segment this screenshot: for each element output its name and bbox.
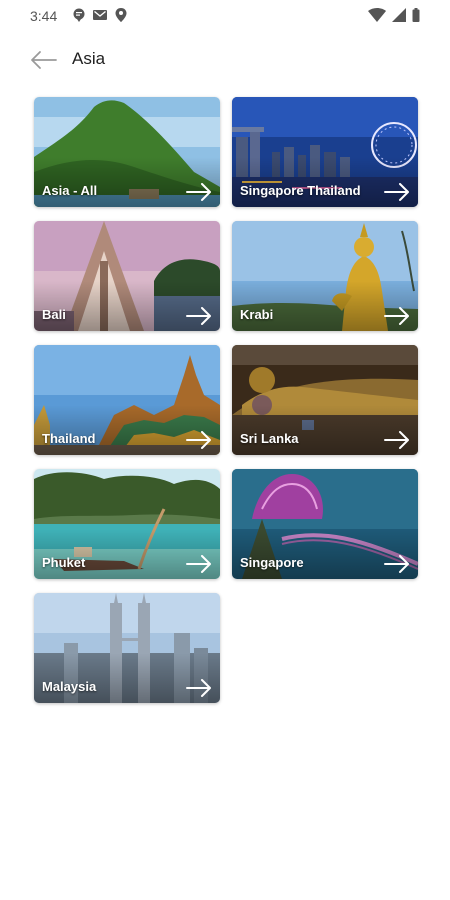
card-label: Malaysia	[42, 679, 97, 694]
page-title: Asia	[72, 49, 106, 68]
status-bar: 3:44	[0, 0, 450, 32]
arrow-right-icon	[384, 431, 409, 449]
destination-card-asia-all[interactable]: Asia - All	[34, 97, 220, 207]
card-label: Phuket	[42, 555, 86, 570]
location-icon	[115, 8, 127, 27]
card-label: Sri Lanka	[240, 431, 299, 446]
arrow-right-icon	[384, 307, 409, 325]
destination-card-malaysia[interactable]: Malaysia	[34, 593, 220, 703]
arrow-right-icon	[186, 679, 211, 697]
arrow-right-icon	[384, 555, 409, 573]
message-icon	[72, 8, 86, 27]
wifi-icon	[368, 8, 386, 27]
arrow-right-icon	[186, 431, 211, 449]
card-label: Singapore Thailand	[240, 183, 361, 198]
card-label: Singapore	[240, 555, 304, 570]
destination-card-sri-lanka[interactable]: Sri Lanka	[232, 345, 418, 455]
card-label: Bali	[42, 307, 66, 322]
destination-card-singapore[interactable]: Singapore	[232, 469, 418, 579]
gmail-icon	[93, 8, 107, 27]
arrow-left-icon	[31, 51, 57, 69]
destination-card-krabi[interactable]: Krabi	[232, 221, 418, 331]
destination-card-phuket[interactable]: Phuket	[34, 469, 220, 579]
card-label: Krabi	[240, 307, 274, 322]
status-right-group	[368, 8, 420, 27]
arrow-right-icon	[186, 183, 211, 201]
card-label: Asia - All	[42, 183, 98, 198]
status-time: 3:44	[30, 8, 58, 24]
app-header: Asia	[0, 40, 450, 82]
destination-card-singapore-thailand[interactable]: Singapore Thailand	[232, 97, 418, 207]
arrow-right-icon	[384, 183, 409, 201]
destination-card-bali[interactable]: Bali	[34, 221, 220, 331]
arrow-right-icon	[186, 307, 211, 325]
card-label: Thailand	[42, 431, 96, 446]
battery-icon	[412, 8, 420, 27]
back-button[interactable]	[26, 46, 60, 74]
destination-card-thailand[interactable]: Thailand	[34, 345, 220, 455]
arrow-right-icon	[186, 555, 211, 573]
signal-icon	[392, 8, 406, 27]
